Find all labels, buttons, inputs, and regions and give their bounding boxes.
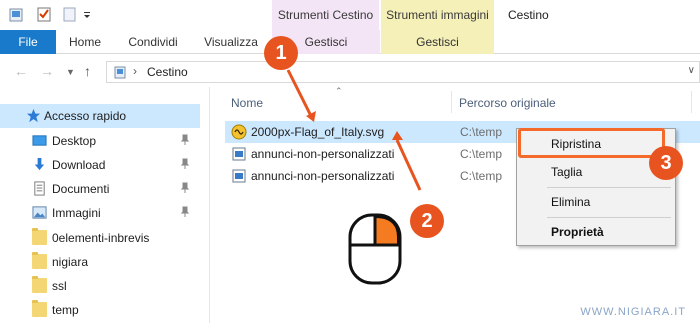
- customize-qat-dropdown-icon[interactable]: [82, 6, 92, 22]
- window-title: Cestino: [508, 8, 549, 22]
- forward-arrow-icon[interactable]: →: [40, 63, 54, 79]
- image-file-icon: [232, 169, 246, 183]
- svg-file-icon: [231, 124, 247, 140]
- navigation-bar: ← → ▼ ↑ › Cestino ∨: [0, 55, 700, 87]
- sidebar-item-ssl[interactable]: ssl: [0, 274, 200, 298]
- download-icon: [34, 157, 45, 171]
- column-header-percorso-originale[interactable]: Percorso originale: [459, 96, 556, 110]
- menu-separator: [547, 217, 671, 218]
- sidebar-item-label: Documenti: [52, 182, 110, 196]
- watermark: WWW.NIGIARA.IT: [580, 306, 686, 318]
- menu-separator: [547, 187, 671, 188]
- pictures-icon: [32, 206, 47, 219]
- sidebar-item-nigiara[interactable]: nigiara: [0, 250, 200, 274]
- sidebar-item-label: 0elementi-inbrevis: [52, 231, 150, 245]
- file-name: 2000px-Flag_of_Italy.svg: [251, 125, 385, 139]
- up-arrow-icon[interactable]: ↑: [84, 63, 91, 79]
- ripristina-highlight-frame: [518, 128, 665, 158]
- navigation-pane: Accesso rapido Desktop Download Document…: [0, 87, 210, 323]
- pin-icon[interactable]: [180, 158, 190, 170]
- sidebar-item-label: ssl: [52, 279, 67, 293]
- recycle-bin-icon[interactable]: [8, 6, 24, 22]
- sidebar-item-label: Accesso rapido: [44, 109, 127, 123]
- file-original-path: C:\temp: [460, 125, 503, 139]
- folder-icon: [32, 300, 47, 317]
- sidebar-item-label: Desktop: [52, 134, 97, 148]
- sidebar-item-label: Immagini: [52, 206, 101, 220]
- back-arrow-icon[interactable]: ←: [14, 63, 28, 79]
- column-divider[interactable]: [451, 91, 452, 113]
- context-tab-strumenti-immagini[interactable]: Strumenti immagini: [381, 0, 494, 30]
- step-badge-3: 3: [649, 146, 683, 180]
- breadcrumb-separator[interactable]: ›: [133, 64, 137, 78]
- documents-icon: [34, 181, 45, 196]
- tab-file[interactable]: File: [0, 30, 56, 54]
- sidebar-item-label: temp: [52, 303, 79, 317]
- menu-item-elimina[interactable]: Elimina: [517, 189, 675, 215]
- address-bar[interactable]: › Cestino ∨: [106, 61, 700, 83]
- file-name: annunci-non-personalizzati: [251, 169, 395, 183]
- recent-locations-chevron-icon[interactable]: ▼: [66, 67, 75, 77]
- folder-icon: [32, 276, 47, 293]
- file-original-path: C:\temp: [460, 169, 503, 183]
- context-tab-strumenti-cestino[interactable]: Strumenti Cestino: [272, 0, 380, 30]
- sidebar-item-temp[interactable]: temp: [0, 298, 200, 322]
- pin-icon[interactable]: [180, 182, 190, 194]
- properties-check-icon[interactable]: [36, 6, 52, 22]
- sidebar-item-label: nigiara: [52, 255, 89, 269]
- mouse-right-click-icon: [348, 213, 402, 285]
- folder-icon: [32, 228, 47, 245]
- image-file-icon: [232, 147, 246, 161]
- sidebar-item-download[interactable]: Download: [0, 153, 200, 177]
- new-folder-icon[interactable]: [62, 6, 78, 22]
- file-original-path: C:\temp: [460, 147, 503, 161]
- menu-item-label: Taglia: [551, 165, 583, 179]
- recycle-bin-icon: [114, 66, 126, 79]
- menu-item-proprieta[interactable]: Proprietà: [517, 219, 675, 245]
- menu-item-label: Proprietà: [551, 225, 604, 239]
- ribbon-tab-bar: File Home Condividi Visualizza Gestisci …: [0, 30, 700, 54]
- pin-icon[interactable]: [180, 206, 190, 218]
- column-header-nome[interactable]: Nome: [231, 96, 263, 110]
- sidebar-item-immagini[interactable]: Immagini: [0, 201, 200, 225]
- menu-item-label: Elimina: [551, 195, 591, 209]
- tab-visualizza[interactable]: Visualizza: [196, 30, 266, 54]
- column-header-row: ⌃ Nome Percorso originale: [211, 86, 700, 115]
- tab-home[interactable]: Home: [60, 30, 110, 54]
- folder-icon: [32, 252, 47, 269]
- sidebar-item-desktop[interactable]: Desktop: [0, 129, 200, 153]
- quick-access-toolbar: [0, 0, 272, 30]
- tab-gestisci-immagini[interactable]: Gestisci: [381, 30, 494, 54]
- sidebar-item-accesso-rapido[interactable]: Accesso rapido: [0, 104, 200, 128]
- sidebar-item-0elementi-inbrevis[interactable]: 0elementi-inbrevis: [0, 226, 200, 250]
- address-dropdown-icon[interactable]: ∨: [688, 65, 695, 76]
- breadcrumb[interactable]: Cestino: [147, 65, 188, 79]
- pin-icon[interactable]: [180, 134, 190, 146]
- sidebar-item-documenti[interactable]: Documenti: [0, 177, 200, 201]
- sort-ascending-icon: ⌃: [335, 86, 343, 96]
- tab-condividi[interactable]: Condividi: [120, 30, 186, 54]
- column-divider[interactable]: [691, 91, 692, 113]
- sidebar-item-label: Download: [52, 158, 106, 172]
- desktop-icon: [32, 135, 47, 146]
- file-name: annunci-non-personalizzati: [251, 147, 395, 161]
- step-badge-2: 2: [410, 204, 444, 238]
- step-badge-1: 1: [264, 36, 298, 70]
- star-icon: [26, 108, 41, 123]
